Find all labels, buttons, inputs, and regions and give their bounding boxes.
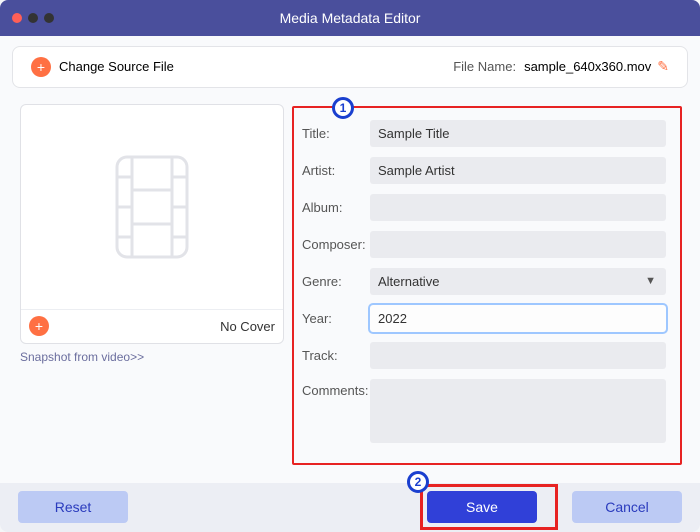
footer: Reset 2 Save Cancel	[0, 483, 700, 532]
album-input[interactable]	[370, 194, 666, 221]
save-highlight: 2 Save	[420, 484, 558, 530]
cover-placeholder-icon	[21, 105, 283, 309]
maximize-window-icon[interactable]	[44, 13, 54, 23]
metadata-form: 1 Title: Artist: Album: Composer:	[292, 106, 682, 465]
cover-panel: + No Cover Snapshot from video>>	[12, 96, 292, 475]
toolbar: + Change Source File File Name: sample_6…	[12, 46, 688, 88]
composer-input[interactable]	[370, 231, 666, 258]
title-label: Title:	[302, 126, 370, 141]
reset-button[interactable]: Reset	[18, 491, 128, 523]
filename-value: sample_640x360.mov	[524, 59, 651, 74]
composer-label: Composer:	[302, 237, 370, 252]
comments-textarea[interactable]	[370, 379, 666, 443]
edit-filename-icon[interactable]: ✎	[657, 58, 669, 75]
comments-label: Comments:	[302, 379, 370, 398]
no-cover-label: No Cover	[49, 319, 275, 334]
change-source-label[interactable]: Change Source File	[59, 59, 174, 74]
year-input[interactable]	[370, 305, 666, 332]
cancel-button[interactable]: Cancel	[572, 491, 682, 523]
album-label: Album:	[302, 200, 370, 215]
minimize-window-icon[interactable]	[28, 13, 38, 23]
callout-badge-2: 2	[407, 471, 429, 493]
content: + No Cover Snapshot from video>> 1 Title…	[0, 96, 700, 483]
save-button[interactable]: Save	[427, 491, 537, 523]
add-cover-button[interactable]: +	[29, 316, 49, 336]
track-input[interactable]	[370, 342, 666, 369]
title-input[interactable]	[370, 120, 666, 147]
genre-select[interactable]: Alternative	[370, 268, 666, 295]
change-source-plus-icon[interactable]: +	[31, 57, 51, 77]
callout-badge-1: 1	[332, 97, 354, 119]
artist-label: Artist:	[302, 163, 370, 178]
filename-label: File Name:	[453, 59, 516, 74]
year-label: Year:	[302, 311, 370, 326]
titlebar: Media Metadata Editor	[0, 0, 700, 36]
window: Media Metadata Editor + Change Source Fi…	[0, 0, 700, 532]
snapshot-from-video-link[interactable]: Snapshot from video>>	[20, 350, 284, 364]
cover-bottom-bar: + No Cover	[21, 309, 283, 343]
cover-box: + No Cover	[20, 104, 284, 344]
traffic-lights	[12, 13, 54, 23]
close-window-icon[interactable]	[12, 13, 22, 23]
genre-label: Genre:	[302, 274, 370, 289]
artist-input[interactable]	[370, 157, 666, 184]
metadata-panel: 1 Title: Artist: Album: Composer:	[292, 96, 688, 475]
window-title: Media Metadata Editor	[280, 10, 421, 26]
track-label: Track:	[302, 348, 370, 363]
